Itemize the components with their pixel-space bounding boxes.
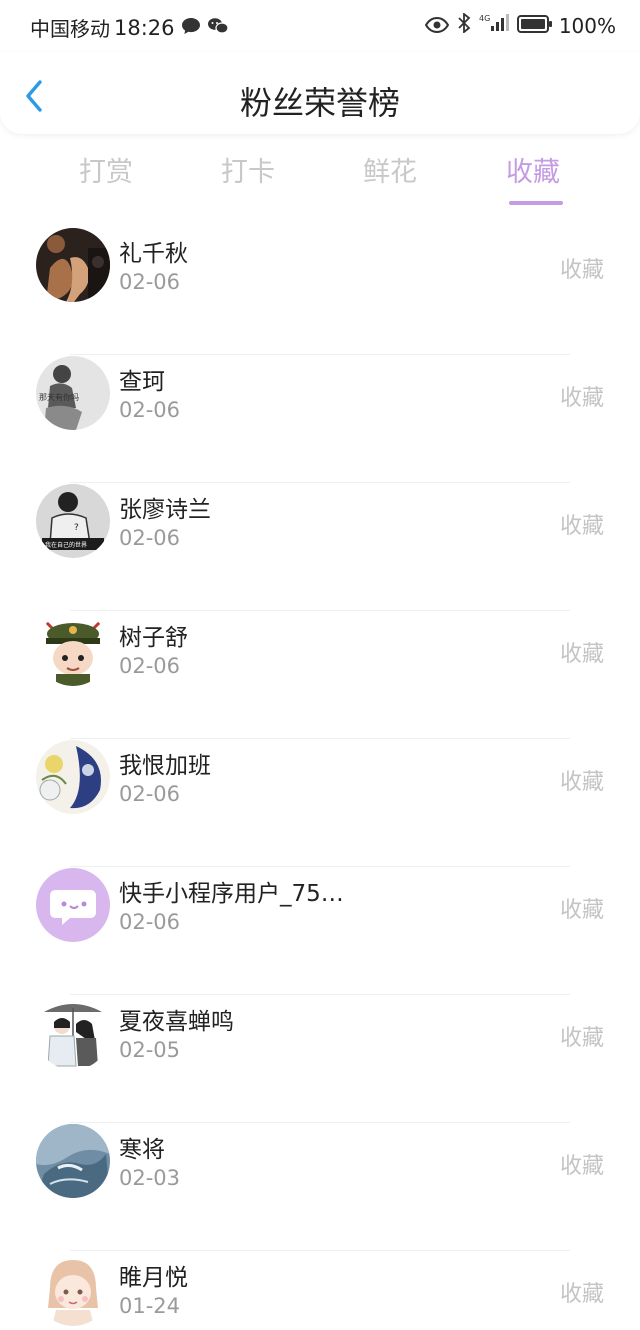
favorite-action[interactable]: 收藏 <box>560 764 604 796</box>
divider <box>70 994 570 995</box>
divider <box>70 354 570 355</box>
fan-name: 张廖诗兰 <box>119 497 211 523</box>
favorite-action[interactable]: 收藏 <box>560 508 604 540</box>
tab-label: 打赏 <box>79 157 133 188</box>
avatar-anime-couple-icon <box>36 996 110 1070</box>
fan-name: 寒将 <box>119 1137 165 1163</box>
network-type: 4G <box>479 14 490 23</box>
list-item[interactable]: 树子舒 02-06 收藏 <box>0 610 640 738</box>
wechat-icon <box>207 16 229 40</box>
carrier-label: 中国移动 <box>30 17 110 41</box>
fan-name: 礼千秋 <box>119 241 188 267</box>
avatar <box>36 740 110 814</box>
list-item[interactable]: 礼千秋 02-06 收藏 <box>0 226 640 354</box>
signal-icon: 4G <box>479 13 509 38</box>
avatar: ? 我在自己的世界 <box>36 484 110 558</box>
avatar-caption: 那天有你吗 <box>39 392 79 402</box>
tab-bar: 打赏 打卡 鲜花 收藏 <box>0 150 640 210</box>
fan-date: 02-06 <box>119 270 181 294</box>
fan-date: 02-06 <box>119 910 181 934</box>
fan-name: 我恨加班 <box>119 753 211 779</box>
divider <box>70 610 570 611</box>
fan-date: 01-24 <box>119 1294 181 1318</box>
avatar <box>36 1252 110 1326</box>
avatar-sketch-portrait-icon: 那天有你吗 <box>36 356 110 430</box>
fan-date: 02-05 <box>119 1038 181 1062</box>
avatar <box>36 612 110 686</box>
avatar-bw-photo-icon: ? 我在自己的世界 <box>36 484 110 558</box>
fan-date: 02-06 <box>119 654 181 678</box>
clock: 18:26 <box>114 15 175 40</box>
list-item[interactable]: 那天有你吗 查珂 02-06 收藏 <box>0 354 640 482</box>
divider <box>70 482 570 483</box>
avatar <box>36 868 110 942</box>
list-item[interactable]: ? 我在自己的世界 张廖诗兰 02-06 收藏 <box>0 482 640 610</box>
list-item[interactable]: 我恨加班 02-06 收藏 <box>0 738 640 866</box>
header-bar: 粉丝荣誉榜 <box>0 52 640 134</box>
fan-name: 快手小程序用户_75… <box>119 881 344 907</box>
fan-name: 睢月悦 <box>119 1265 188 1291</box>
divider <box>70 866 570 867</box>
avatar-caption: 我在自己的世界 <box>45 541 87 549</box>
list-item[interactable]: 寒将 02-03 收藏 <box>0 1122 640 1250</box>
fan-name: 夏夜喜蝉鸣 <box>119 1009 234 1035</box>
fan-date: 02-06 <box>119 782 181 806</box>
status-bar: 中国移动 18:26 4G 100% <box>0 0 640 52</box>
list-item[interactable]: 睢月悦 01-24 收藏 <box>0 1250 640 1330</box>
status-left: 中国移动 18:26 <box>30 13 229 42</box>
tab-flowers[interactable]: 鲜花 <box>340 150 440 189</box>
avatar <box>36 228 110 302</box>
favorite-action[interactable]: 收藏 <box>560 636 604 668</box>
avatar-dark-portrait-icon <box>36 228 110 302</box>
fan-date: 02-03 <box>119 1166 181 1190</box>
divider <box>70 1122 570 1123</box>
favorite-action[interactable]: 收藏 <box>560 252 604 284</box>
tab-checkin[interactable]: 打卡 <box>198 150 298 189</box>
favorite-action[interactable]: 收藏 <box>560 380 604 412</box>
eye-icon <box>424 14 449 38</box>
tab-favorites[interactable]: 收藏 <box>483 150 583 205</box>
avatar: 那天有你吗 <box>36 356 110 430</box>
avatar-chat-bubble-icon <box>36 868 110 942</box>
fan-list: 礼千秋 02-06 收藏 那天有你吗 查珂 02-06 收藏 ? 我在自己的世界… <box>0 226 640 1330</box>
avatar <box>36 996 110 1070</box>
active-tab-indicator <box>509 201 563 205</box>
tab-label: 收藏 <box>506 157 560 188</box>
status-right: 4G 100% <box>417 12 616 38</box>
bluetooth-icon <box>457 12 471 38</box>
divider <box>70 1250 570 1251</box>
svg-text:?: ? <box>74 523 79 533</box>
tab-label: 鲜花 <box>363 157 417 188</box>
divider <box>70 738 570 739</box>
list-item[interactable]: 快手小程序用户_75… 02-06 收藏 <box>0 866 640 994</box>
favorite-action[interactable]: 收藏 <box>560 892 604 924</box>
fan-name: 树子舒 <box>119 625 188 651</box>
fan-date: 02-06 <box>119 526 181 550</box>
battery-label: 100% <box>558 13 616 38</box>
tab-label: 打卡 <box>221 157 275 188</box>
favorite-action[interactable]: 收藏 <box>560 1020 604 1052</box>
avatar-cartoon-soldier-icon <box>36 612 110 686</box>
fan-name: 查珂 <box>119 369 165 395</box>
avatar <box>36 1124 110 1198</box>
list-item[interactable]: 夏夜喜蝉鸣 02-05 收藏 <box>0 994 640 1122</box>
battery-icon <box>516 14 553 38</box>
tab-reward[interactable]: 打赏 <box>56 150 156 189</box>
avatar-ice-landscape-icon <box>36 1124 110 1198</box>
favorite-action[interactable]: 收藏 <box>560 1276 604 1308</box>
favorite-action[interactable]: 收藏 <box>560 1148 604 1180</box>
message-icon <box>181 16 201 40</box>
avatar-floral-art-icon <box>36 740 110 814</box>
page-title: 粉丝荣誉榜 <box>239 84 400 122</box>
fan-date: 02-06 <box>119 398 181 422</box>
avatar-cartoon-girl-icon <box>36 1252 110 1326</box>
